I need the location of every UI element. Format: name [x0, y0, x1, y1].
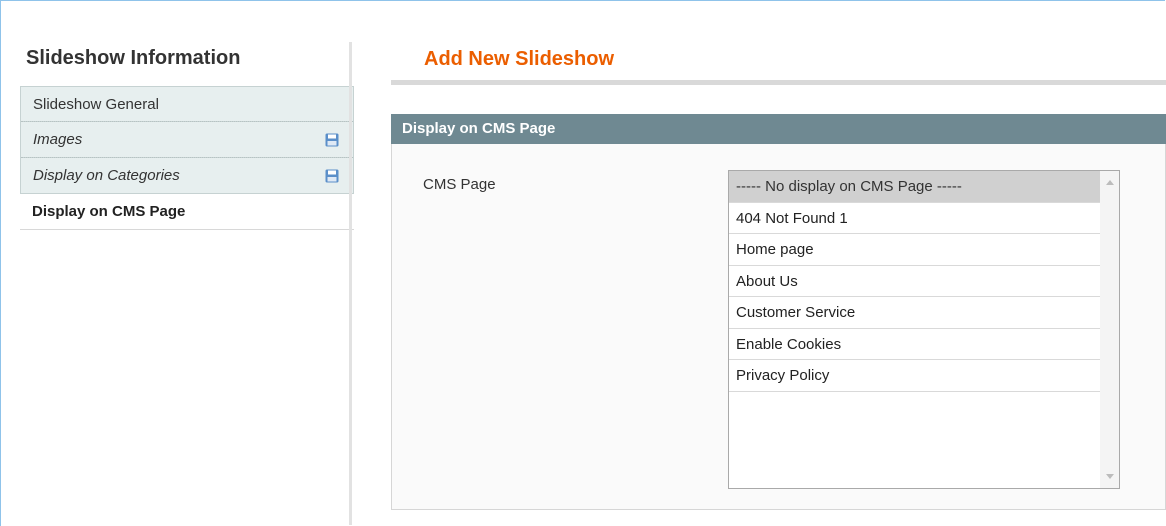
sidebar-item-label: Slideshow General	[33, 96, 159, 113]
option-customer-service[interactable]: Customer Service	[729, 297, 1101, 329]
multiselect-options: ----- No display on CMS Page ----- 404 N…	[729, 171, 1101, 392]
option-home-page[interactable]: Home page	[729, 234, 1101, 266]
sidebar-item-slideshow-general[interactable]: Slideshow General	[20, 86, 354, 122]
option-privacy-policy[interactable]: Privacy Policy	[729, 360, 1101, 392]
section-header: Display on CMS Page	[391, 114, 1166, 144]
multiselect-scrollbar[interactable]	[1100, 171, 1119, 488]
cms-page-label: CMS Page	[423, 176, 496, 193]
option-about-us[interactable]: About Us	[729, 266, 1101, 297]
scroll-up-icon[interactable]	[1106, 180, 1114, 185]
sidebar-item-display-on-categories[interactable]: Display on Categories	[20, 158, 354, 194]
sidebar-item-label: Display on Categories	[33, 167, 180, 184]
scroll-down-icon[interactable]	[1106, 474, 1114, 479]
option-no-display[interactable]: ----- No display on CMS Page -----	[729, 171, 1101, 203]
page-title: Add New Slideshow	[424, 48, 615, 70]
sidebar-title: Slideshow Information	[26, 47, 241, 69]
option-enable-cookies[interactable]: Enable Cookies	[729, 329, 1101, 360]
title-underline	[391, 80, 1166, 85]
sidebar-item-label: Display on CMS Page	[32, 203, 186, 220]
sidebar: Slideshow Information Slideshow General …	[20, 40, 354, 525]
sidebar-tabs: Slideshow General Images Display on Cate…	[20, 86, 354, 230]
option-404-not-found[interactable]: 404 Not Found 1	[729, 203, 1101, 234]
sidebar-item-images[interactable]: Images	[20, 122, 354, 158]
save-icon	[325, 133, 339, 147]
sidebar-item-label: Images	[33, 131, 83, 148]
save-icon	[325, 169, 339, 183]
sidebar-item-display-on-cms-page[interactable]: Display on CMS Page	[20, 194, 354, 230]
sidebar-divider	[349, 42, 352, 525]
cms-page-multiselect[interactable]: ----- No display on CMS Page ----- 404 N…	[728, 170, 1120, 489]
